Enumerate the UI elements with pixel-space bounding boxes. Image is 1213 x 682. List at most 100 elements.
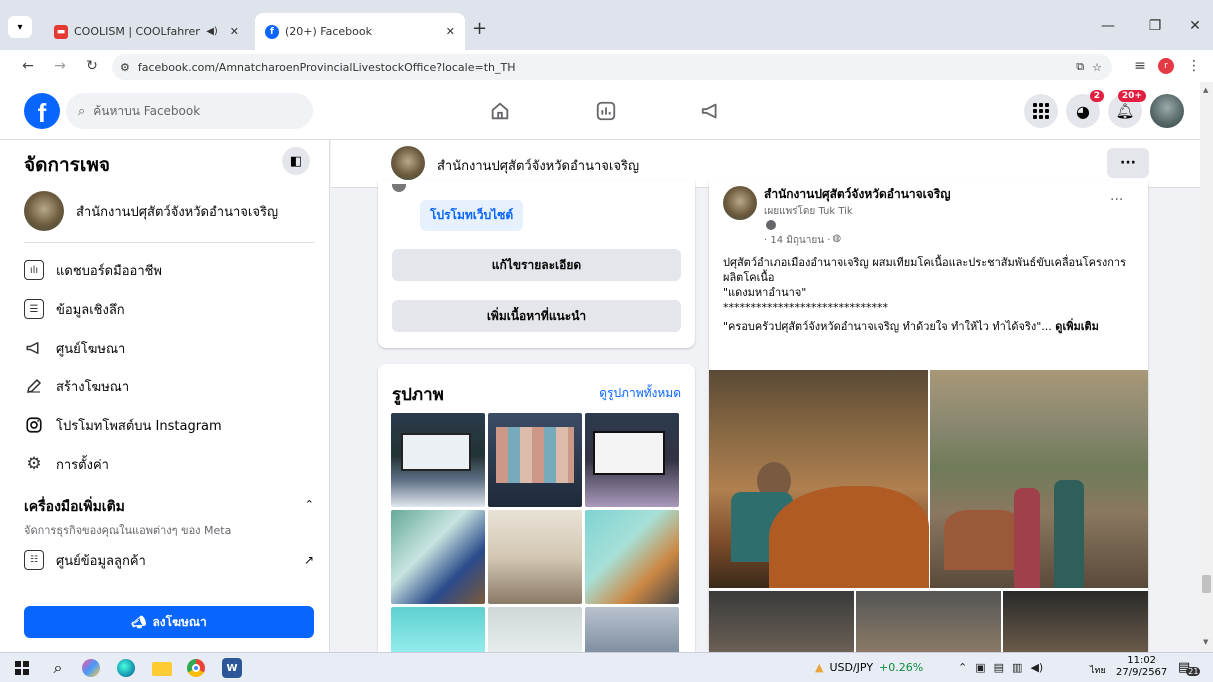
page-avatar[interactable] <box>391 146 425 180</box>
page-header-name[interactable]: สำนักงานปศุสัตว์จังหวัดอำนาจเจริญ <box>437 155 639 176</box>
more-tools-header[interactable]: เครื่องมือเพิ่มเติม จัดการธุรกิจของคุณใน… <box>24 496 314 539</box>
page-more-button[interactable]: ··· <box>1107 148 1149 178</box>
messenger-icon: ◕ <box>1076 101 1090 121</box>
notification-count: 21 <box>1186 667 1201 676</box>
clock[interactable]: 11:02 27/9/2567 <box>1116 655 1167 679</box>
globe-icon: ◍ <box>832 233 842 244</box>
install-icon[interactable]: ⧉ <box>1076 60 1084 74</box>
see-more-link[interactable]: ดูเพิ่มเติม <box>1055 320 1099 333</box>
file-explorer-icon[interactable] <box>152 662 172 676</box>
advertise-button[interactable]: 📣︎ ลงโฆษณา <box>24 606 314 638</box>
post-more-button[interactable]: ··· <box>1110 192 1123 208</box>
minimize-button[interactable]: — <box>1088 13 1128 39</box>
ticker-widget[interactable]: ▲ USD/JPY +0.26% <box>815 661 923 674</box>
photo-thumbnail[interactable] <box>585 413 679 507</box>
edit-details-button[interactable]: แก้ไขรายละเอียด <box>392 249 681 281</box>
photo-thumbnail[interactable] <box>391 413 485 507</box>
sidebar-item-insights[interactable]: ☰ ข้อมูลเชิงลึก <box>24 298 125 320</box>
tray-app-icon: ▤ <box>993 661 1005 674</box>
post-photo-thumb[interactable] <box>709 591 854 652</box>
post-text: ปศุสัตว์อำเภอเมืองอำนาจเจริญ ผสมเทียมโคเ… <box>723 255 1143 334</box>
scrollbar-thumb[interactable] <box>1202 575 1211 593</box>
tray-icons[interactable]: ⌃ ▣ ▤ ▥ ◀) <box>958 661 1043 674</box>
forward-icon[interactable]: → <box>50 56 70 76</box>
messenger-button[interactable]: ◕ 2 <box>1066 90 1104 128</box>
scrollbar-down-arrow[interactable]: ▼ <box>1203 638 1208 646</box>
ticker-change: +0.26% <box>879 661 924 674</box>
edge-icon[interactable] <box>117 659 135 677</box>
sidebar-item-settings[interactable]: ⚙ การตั้งค่า <box>24 453 109 475</box>
post-author-name[interactable]: สำนักงานปศุสัตว์จังหวัดอำนาจเจริญ <box>764 185 950 204</box>
post-line: ****************************** <box>723 301 888 314</box>
close-tab-icon[interactable]: ✕ <box>230 25 239 38</box>
home-icon[interactable] <box>486 97 514 125</box>
media-controls-icon[interactable]: ≡ <box>1130 56 1150 76</box>
back-icon[interactable]: ← <box>18 56 38 76</box>
tab-list-button[interactable]: ▾ <box>8 16 32 38</box>
close-tab-icon[interactable]: ✕ <box>446 25 455 38</box>
address-bar[interactable]: ⚙ facebook.com/AmnatcharoenProvincialLiv… <box>112 54 1112 80</box>
new-tab-button[interactable]: + <box>472 18 487 39</box>
chrome-menu-icon[interactable]: ⋮ <box>1184 56 1204 76</box>
dashboard-nav-icon[interactable] <box>592 97 620 125</box>
website-icon <box>392 184 406 192</box>
chrome-icon[interactable] <box>187 659 205 677</box>
page-scrollbar[interactable]: ▲ ▼ <box>1200 82 1213 652</box>
chevron-up-icon[interactable]: ⌃ <box>305 498 314 511</box>
sidebar-item-customer-center[interactable]: ☷ ศูนย์ข้อมูลลูกค้า ↗ <box>24 549 314 571</box>
photo-thumbnail[interactable] <box>585 607 679 652</box>
tab-facebook[interactable]: f (20+) Facebook ✕ <box>255 13 465 50</box>
notification-center-icon[interactable]: ▤ 21 <box>1178 659 1201 676</box>
post-quote: "ครอบครัวปศุสัตว์จังหวัดอำนาจเจริญ ทำด้ว… <box>723 320 1052 333</box>
info-icon[interactable] <box>766 220 776 230</box>
page-name: สำนักงานปศุสัตว์จังหวัดอำนาจเจริญ <box>76 204 279 220</box>
windows-start-icon[interactable] <box>12 658 32 678</box>
post-date[interactable]: · 14 มิถุนายน · <box>764 233 830 248</box>
post-photo-thumb[interactable] <box>856 591 1001 652</box>
post-author-avatar[interactable] <box>723 186 757 220</box>
facebook-logo-icon[interactable]: f <box>24 93 60 129</box>
more-tools-title: เครื่องมือเพิ่มเติม <box>24 499 125 515</box>
copilot-icon[interactable] <box>82 659 100 677</box>
photo-thumbnail[interactable] <box>488 510 582 604</box>
language-indicator[interactable]: ไทย <box>1090 663 1106 677</box>
photo-thumbnail[interactable] <box>391 510 485 604</box>
sidebar-toggle-icon[interactable]: ◧ <box>282 147 310 175</box>
post-photo-main-right[interactable] <box>930 370 1148 588</box>
post-photo-main-left[interactable] <box>709 370 929 588</box>
site-info-icon[interactable]: ⚙ <box>120 61 130 74</box>
chevron-up-icon[interactable]: ⌃ <box>958 661 967 674</box>
photo-thumbnail[interactable] <box>585 510 679 604</box>
close-window-button[interactable]: ✕ <box>1175 13 1213 39</box>
photo-thumbnail[interactable] <box>488 607 582 652</box>
post-photo-thumb[interactable] <box>1003 591 1148 652</box>
sidebar-item-create-ad[interactable]: สร้างโฆษณา <box>24 375 129 397</box>
see-all-photos-link[interactable]: ดูรูปภาพทั้งหมด <box>599 384 681 403</box>
sidebar-item-ad-center[interactable]: ศูนย์โฆษณา <box>24 337 125 359</box>
page-switcher[interactable]: สำนักงานปศุสัตว์จังหวัดอำนาจเจริญ <box>24 190 314 232</box>
taskbar-search-icon[interactable]: ⌕ <box>48 658 68 678</box>
sidebar-item-instagram[interactable]: โปรโมทโพสต์บน Instagram <box>24 414 222 436</box>
promote-website-button[interactable]: โปรโมทเว็บไซต์ <box>420 200 524 231</box>
search-input[interactable]: ⌕ ค้นหาบน Facebook <box>66 93 313 129</box>
add-featured-button[interactable]: เพิ่มเนื้อหาที่แนะนำ <box>392 300 681 332</box>
account-avatar[interactable] <box>1150 94 1184 128</box>
profile-avatar[interactable]: r <box>1158 58 1174 74</box>
notifications-button[interactable]: 🔔︎ 20+ <box>1108 90 1146 128</box>
facebook-favicon-icon: f <box>265 24 279 39</box>
megaphone-nav-icon[interactable] <box>697 97 725 125</box>
external-link-icon: ↗ <box>303 553 314 567</box>
scrollbar-up-arrow[interactable]: ▲ <box>1203 86 1208 94</box>
instagram-icon <box>24 415 44 435</box>
tab-coolism[interactable]: ▬ COOLISM | COOLfahrenheit ◀) ✕ <box>44 13 249 50</box>
sidebar-item-dashboard[interactable]: ılı แดชบอร์ดมืออาชีพ <box>24 259 162 281</box>
restore-button[interactable]: ❐ <box>1135 13 1175 39</box>
word-icon[interactable]: W <box>222 658 242 678</box>
photo-thumbnail[interactable] <box>488 413 582 507</box>
tab-title: (20+) Facebook <box>285 25 372 38</box>
divider <box>24 242 314 243</box>
menu-grid-icon[interactable] <box>1024 94 1058 128</box>
reload-icon[interactable]: ↻ <box>82 56 102 76</box>
bookmark-star-icon[interactable]: ☆ <box>1092 61 1102 74</box>
photo-thumbnail[interactable] <box>391 607 485 652</box>
